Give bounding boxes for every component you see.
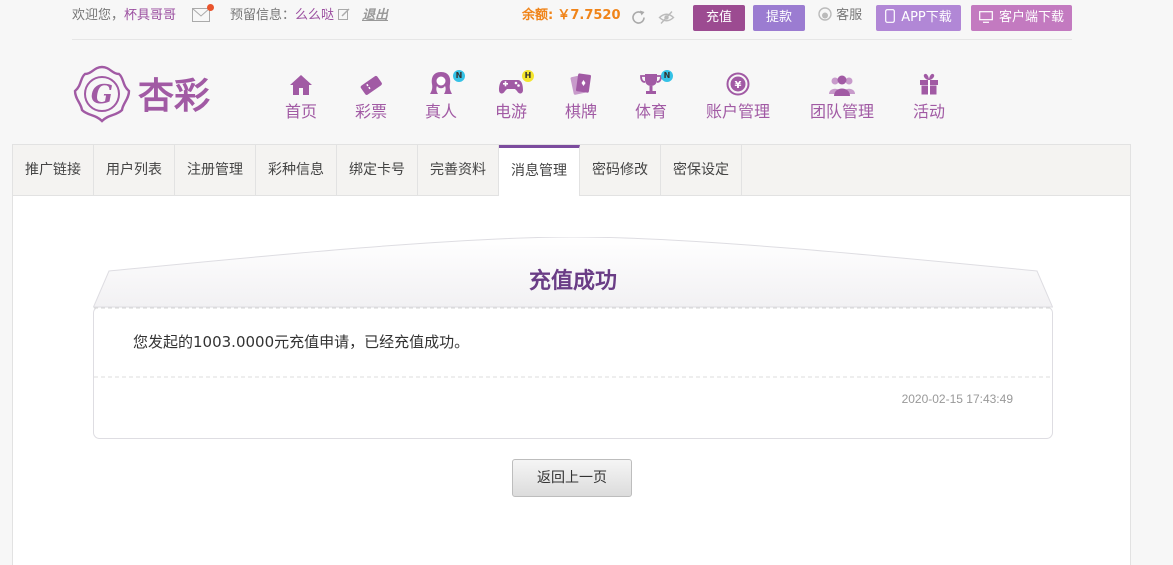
gamepad-icon: H [471,70,551,96]
balance-label: 余额: [522,8,554,23]
hide-balance-icon[interactable] [658,9,675,26]
svg-text:¥: ¥ [735,80,742,91]
client-download-button[interactable]: 客户端下载 [971,5,1072,31]
gift-icon [889,70,969,96]
refresh-icon[interactable] [630,9,647,26]
new-badge: N [453,70,465,82]
tab-user-list[interactable]: 用户列表 [94,145,175,195]
withdraw-button[interactable]: 提款 [753,5,805,31]
tab-security-question[interactable]: 密保设定 [661,145,742,195]
tab-message-manage[interactable]: 消息管理 [499,145,580,196]
site-logo[interactable]: G 杏彩 [72,64,222,126]
nav-live-label: 真人 [424,102,457,121]
edit-icon[interactable] [338,1,350,20]
message-body: 您发起的1003.0000元充值申请，已经充值成功。 [133,333,470,351]
phone-icon [885,9,896,23]
balance: 余额: ￥7.7520 [522,0,621,34]
logo-text: 杏彩 [138,76,210,117]
sub-tab-bar: 推广链接 用户列表 注册管理 彩种信息 绑定卡号 完善资料 消息管理 密码修改 … [13,145,1130,196]
nav-sports[interactable]: N 体育 [611,70,691,122]
message-card: 充值成功 您发起的1003.0000元充值申请，已经充值成功。 2020-02-… [93,237,1053,439]
nav-chess-label: 棋牌 [564,102,597,121]
mail-icon[interactable] [192,4,214,22]
welcome-text: 欢迎您，杯具哥哥 [72,0,176,34]
hot-badge: H [522,70,534,82]
nav-account-label: 账户管理 [705,102,770,121]
tab-register-manage[interactable]: 注册管理 [175,145,256,195]
lottery-ticket-icon [331,70,411,96]
customer-service-label: 客服 [836,8,863,23]
nav-home-label: 首页 [284,102,317,121]
nav-team-label: 团队管理 [809,102,874,121]
logout-link[interactable]: 退出 [362,0,388,34]
tab-complete-profile[interactable]: 完善资料 [418,145,499,195]
tab-bind-card[interactable]: 绑定卡号 [337,145,418,195]
cards-icon [541,70,621,96]
nav-sports-label: 体育 [634,102,667,121]
nav-egame[interactable]: H 电游 [471,70,551,122]
nav-egame-label: 电游 [494,102,527,121]
nav-home[interactable]: 首页 [261,70,341,122]
tab-promo-link[interactable]: 推广链接 [13,145,94,195]
nav-lottery[interactable]: 彩票 [331,70,411,122]
nav-live[interactable]: N 真人 [401,70,481,122]
reserved-info-value: 么么哒 [295,8,335,23]
nav-team[interactable]: 团队管理 [802,70,882,122]
trophy-icon: N [611,70,691,96]
app-download-button[interactable]: APP下载 [876,5,961,31]
nav-lottery-label: 彩票 [354,102,387,121]
recharge-button[interactable]: 充值 [693,5,745,31]
home-icon [261,70,341,96]
live-dealer-icon: N [401,70,481,96]
reserved-info: 预留信息：么么哒 [230,0,350,34]
reserved-info-label: 预留信息： [230,8,296,23]
top-bar: 欢迎您，杯具哥哥 预留信息：么么哒 退出 余额: ￥7.7520 充值 提款 客… [72,0,1072,40]
customer-service-link[interactable]: 客服 [818,0,862,34]
nav-activity[interactable]: 活动 [889,70,969,122]
nav-activity-label: 活动 [912,102,945,121]
yen-coin-icon: ¥ [698,70,778,96]
team-icon [802,70,882,96]
message-timestamp: 2020-02-15 17:43:49 [901,392,1013,406]
app-download-label: APP下载 [901,10,952,25]
svg-text:G: G [91,80,113,110]
unread-dot [207,4,214,11]
content-panel: 推广链接 用户列表 注册管理 彩种信息 绑定卡号 完善资料 消息管理 密码修改 … [12,144,1131,565]
welcome-label: 欢迎您， [72,8,125,23]
monitor-icon [979,11,993,23]
message-title: 充值成功 [528,269,617,294]
nav-chess[interactable]: 棋牌 [541,70,621,122]
balance-value: ￥7.7520 [557,8,621,23]
new-badge: N [661,70,673,82]
nav-account[interactable]: ¥ 账户管理 [698,70,778,122]
tab-lottery-info[interactable]: 彩种信息 [256,145,337,195]
tab-password-change[interactable]: 密码修改 [580,145,661,195]
service-icon [818,7,832,21]
back-button[interactable]: 返回上一页 [512,459,632,497]
username-link[interactable]: 杯具哥哥 [124,8,176,23]
client-download-label: 客户端下载 [998,10,1064,25]
